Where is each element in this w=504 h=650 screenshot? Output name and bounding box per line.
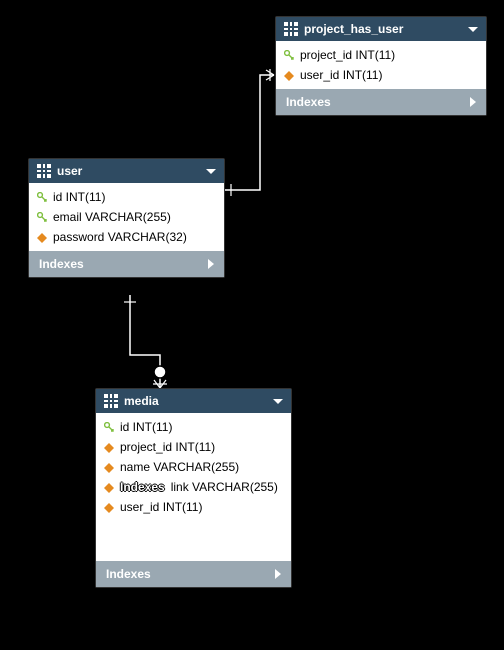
column-text: id INT(11)	[120, 420, 172, 434]
key-icon	[37, 212, 47, 222]
key-icon	[37, 192, 47, 202]
diamond-icon	[104, 498, 114, 508]
chevron-down-icon	[468, 27, 478, 32]
table-title: project_has_user	[304, 22, 462, 36]
columns-list: id INT(11) project_id INT(11) name VARCH…	[96, 413, 291, 521]
key-icon	[104, 422, 114, 432]
column-text: email VARCHAR(255)	[53, 210, 171, 224]
column-row[interactable]: user_id INT(11)	[276, 65, 486, 85]
table-header-media[interactable]: media	[96, 389, 291, 413]
table-title: media	[124, 394, 267, 408]
column-row[interactable]: user_id INT(11)	[96, 497, 291, 517]
table-icon	[104, 394, 118, 408]
table-title: user	[57, 164, 200, 178]
chevron-down-icon	[273, 399, 283, 404]
column-text: password VARCHAR(32)	[53, 230, 187, 244]
table-user[interactable]: user id INT(11) email VARCHAR(255) passw…	[28, 158, 225, 278]
chevron-down-icon	[206, 169, 216, 174]
column-text: name VARCHAR(255)	[120, 460, 239, 474]
column-row[interactable]: project_id INT(11)	[96, 437, 291, 457]
columns-list: project_id INT(11) user_id INT(11)	[276, 41, 486, 89]
indexes-bar[interactable]: Indexes	[29, 251, 224, 277]
indexes-label: Indexes	[286, 95, 331, 109]
table-header-project_has_user[interactable]: project_has_user	[276, 17, 486, 41]
indexes-label: Indexes	[39, 257, 84, 271]
table-header-user[interactable]: user	[29, 159, 224, 183]
table-icon	[37, 164, 51, 178]
diamond-icon	[104, 438, 114, 448]
column-text: project_id INT(11)	[300, 48, 395, 62]
diamond-icon	[37, 228, 47, 238]
diamond-icon	[104, 478, 114, 488]
table-icon	[284, 22, 298, 36]
arrow-right-icon	[208, 259, 214, 269]
arrow-right-icon	[275, 569, 281, 579]
indexes-label: Indexes	[106, 567, 151, 581]
table-media[interactable]: media id INT(11) project_id INT(11) name…	[95, 388, 292, 588]
column-text: project_id INT(11)	[120, 440, 215, 454]
diamond-icon	[284, 66, 294, 76]
column-row[interactable]: password VARCHAR(32)	[29, 227, 224, 247]
key-icon	[284, 50, 294, 60]
column-row[interactable]: project_id INT(11)	[276, 45, 486, 65]
column-text: user_id INT(11)	[120, 500, 202, 514]
columns-list: id INT(11) email VARCHAR(255) password V…	[29, 183, 224, 251]
diamond-icon	[104, 458, 114, 468]
column-row[interactable]: id INT(11)	[29, 187, 224, 207]
column-row[interactable]: Indexes link VARCHAR(255)	[96, 477, 291, 497]
column-text: id INT(11)	[53, 190, 105, 204]
indexes-bar[interactable]: Indexes	[276, 89, 486, 115]
column-text: user_id INT(11)	[300, 68, 382, 82]
column-row[interactable]: id INT(11)	[96, 417, 291, 437]
indexes-bar[interactable]: Indexes	[96, 561, 291, 587]
column-row[interactable]: name VARCHAR(255)	[96, 457, 291, 477]
arrow-right-icon	[470, 97, 476, 107]
table-project_has_user[interactable]: project_has_user project_id INT(11) user…	[275, 16, 487, 116]
column-text: link VARCHAR(255)	[123, 480, 278, 494]
column-row[interactable]: email VARCHAR(255)	[29, 207, 224, 227]
